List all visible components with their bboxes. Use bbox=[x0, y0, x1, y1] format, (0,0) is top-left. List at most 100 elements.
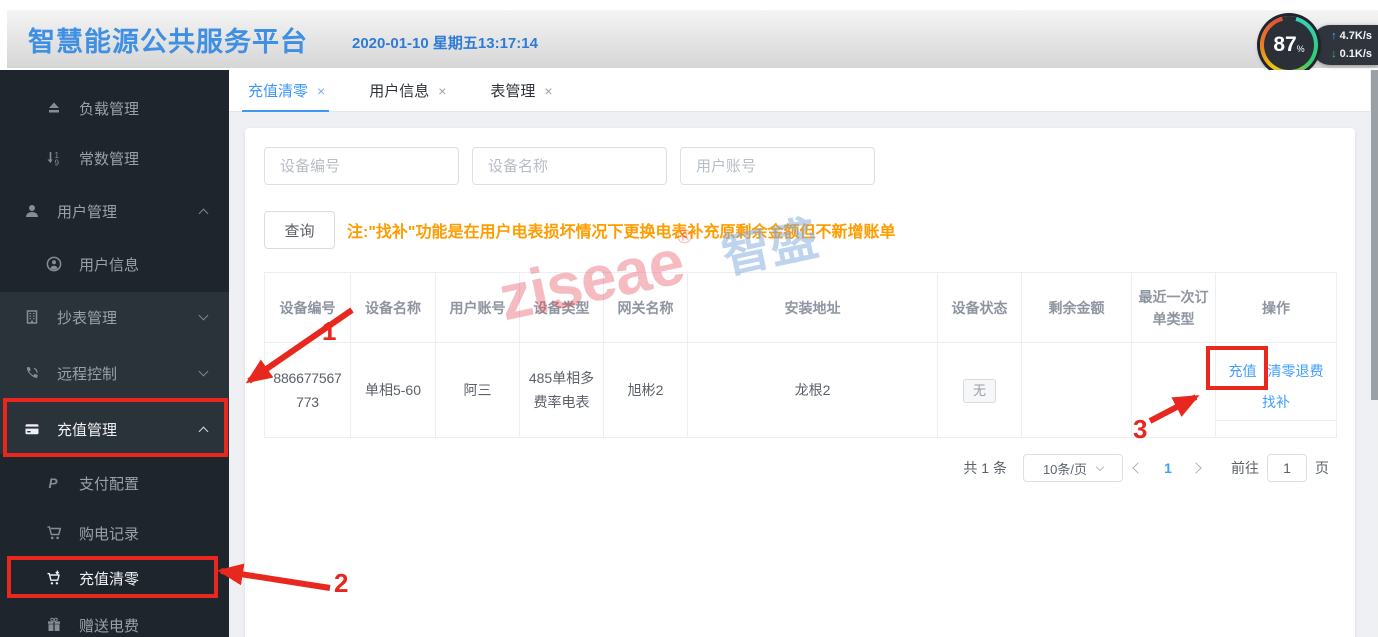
sidebar-item-label: 充值管理 bbox=[57, 419, 117, 440]
app-title: 智慧能源公共服务平台 bbox=[28, 20, 308, 59]
credit-card-icon bbox=[24, 421, 40, 437]
download-speed: ↓ 0.1K/s bbox=[1326, 47, 1372, 61]
table-row: 886677567773 单相5-60 阿三 485单相多费率电表 旭彬2 龙根… bbox=[265, 343, 1337, 438]
download-speed-value: 0.1K/s bbox=[1340, 47, 1372, 61]
current-page[interactable]: 1 bbox=[1155, 460, 1181, 476]
user-account-input[interactable] bbox=[680, 147, 875, 185]
chevron-down-icon bbox=[199, 367, 209, 377]
sidebar-item-gift-electricity[interactable]: 赠送电费 bbox=[0, 605, 229, 637]
query-button[interactable]: 查询 bbox=[264, 211, 335, 249]
clear-refund-link[interactable]: 清零退费 bbox=[1268, 359, 1324, 383]
sidebar-item-label: 支付配置 bbox=[79, 473, 139, 494]
col-balance: 剩余金额 bbox=[1022, 273, 1132, 343]
page-unit-label: 页 bbox=[1315, 458, 1329, 478]
content-area: 查询 注:"找补"功能是在用户电表损坏情况下更换电表补充原剩余金额但不新增账单 … bbox=[229, 112, 1370, 637]
gauge-percent-value: 87 bbox=[1273, 33, 1296, 57]
network-speed-pill: ↑ 4.7K/s ↓ 0.1K/s bbox=[1312, 25, 1378, 65]
header-panel: 智慧能源公共服务平台 2020-01-10 星期五13:17:14 bbox=[7, 10, 1378, 68]
sidebar-item-recharge-clear[interactable]: 充值清零 bbox=[0, 558, 229, 598]
svg-text:9: 9 bbox=[55, 159, 60, 167]
cell-gateway-name: 旭彬2 bbox=[604, 343, 688, 438]
chevron-left-icon bbox=[1132, 462, 1143, 473]
download-arrow-icon: ↓ bbox=[1331, 47, 1337, 61]
col-user-account: 用户账号 bbox=[436, 273, 520, 343]
sidebar-item-payment-config[interactable]: P 支付配置 bbox=[0, 463, 229, 503]
system-monitor-widget[interactable]: ↑ 4.7K/s ↓ 0.1K/s 87 % bbox=[1248, 8, 1378, 74]
eject-icon bbox=[46, 100, 62, 116]
upload-speed-value: 4.7K/s bbox=[1340, 29, 1372, 43]
filter-row bbox=[264, 147, 875, 185]
device-no-input[interactable] bbox=[264, 147, 459, 185]
cell-install-address: 龙根2 bbox=[688, 343, 938, 438]
prev-page-button[interactable] bbox=[1123, 454, 1151, 482]
tab-recharge-clear[interactable]: 充值清零 × bbox=[248, 70, 325, 112]
sidebar-item-label: 抄表管理 bbox=[57, 307, 117, 328]
col-gateway-name: 网关名称 bbox=[604, 273, 688, 343]
chevron-up-icon bbox=[199, 209, 209, 219]
close-icon[interactable]: × bbox=[438, 83, 446, 99]
sidebar-item-label: 负载管理 bbox=[79, 98, 139, 119]
make-up-link[interactable]: 找补 bbox=[1262, 394, 1290, 410]
cell-device-type: 485单相多费率电表 bbox=[520, 343, 604, 438]
content-card: 查询 注:"找补"功能是在用户电表损坏情况下更换电表补充原剩余金额但不新增账单 … bbox=[245, 128, 1355, 637]
sidebar-item-label: 用户管理 bbox=[57, 201, 117, 222]
tab-label: 用户信息 bbox=[369, 80, 429, 101]
device-table: 设备编号 设备名称 用户账号 设备类型 网关名称 安装地址 设备状态 剩余金额 … bbox=[264, 272, 1337, 438]
cell-actions: 充值 清零退费 找补 bbox=[1216, 343, 1337, 438]
device-name-input[interactable] bbox=[472, 147, 667, 185]
sidebar-item-label: 用户信息 bbox=[79, 254, 139, 275]
cart-icon bbox=[46, 525, 62, 541]
col-device-type: 设备类型 bbox=[520, 273, 604, 343]
cell-user-account: 阿三 bbox=[436, 343, 520, 438]
upload-arrow-icon: ↑ bbox=[1331, 29, 1337, 43]
sidebar-item-purchase-records[interactable]: 购电记录 bbox=[0, 513, 229, 553]
col-actions: 操作 bbox=[1216, 273, 1337, 343]
paypal-icon: P bbox=[46, 475, 62, 491]
sidebar-item-label: 常数管理 bbox=[79, 148, 139, 169]
cell-balance bbox=[1022, 343, 1132, 438]
user-circle-icon bbox=[46, 256, 62, 272]
goto-page-input[interactable] bbox=[1267, 454, 1307, 482]
sidebar-item-recharge-mgmt[interactable]: 充值管理 bbox=[0, 409, 229, 449]
col-last-order-type: 最近一次订单类型 bbox=[1132, 273, 1216, 343]
goto-label: 前往 bbox=[1231, 458, 1259, 478]
tab-meter-mgmt[interactable]: 表管理 × bbox=[490, 70, 552, 112]
chevron-down-icon bbox=[1096, 462, 1104, 470]
tab-bar: 充值清零 × 用户信息 × 表管理 × bbox=[229, 70, 1378, 112]
gift-icon bbox=[46, 617, 62, 633]
sort-numeric-icon: 19 bbox=[46, 150, 62, 166]
pagination: 共 1 条 10条/页 1 前往 页 bbox=[963, 454, 1329, 482]
sidebar-item-load-mgmt[interactable]: 负载管理 bbox=[0, 88, 229, 128]
sidebar-item-meter-mgmt[interactable]: 抄表管理 bbox=[0, 297, 229, 337]
recharge-link[interactable]: 充值 bbox=[1229, 359, 1257, 383]
cell-last-order-type bbox=[1132, 343, 1216, 438]
status-badge: 无 bbox=[963, 379, 996, 403]
page: 智慧能源公共服务平台 2020-01-10 星期五13:17:14 ↑ 4.7K… bbox=[0, 0, 1378, 637]
next-page-button[interactable] bbox=[1185, 454, 1213, 482]
page-scrollbar bbox=[1370, 70, 1378, 637]
cpu-gauge[interactable]: 87 % bbox=[1260, 16, 1318, 74]
sidebar-item-label: 充值清零 bbox=[79, 568, 139, 589]
page-size-value: 10条/页 bbox=[1043, 459, 1087, 478]
close-icon[interactable]: × bbox=[544, 83, 552, 99]
sidebar-item-constant-mgmt[interactable]: 19 常数管理 bbox=[0, 138, 229, 178]
svg-text:P: P bbox=[49, 476, 59, 491]
tab-user-info[interactable]: 用户信息 × bbox=[369, 70, 446, 112]
header: 智慧能源公共服务平台 2020-01-10 星期五13:17:14 ↑ 4.7K… bbox=[0, 0, 1378, 70]
table-header-row: 设备编号 设备名称 用户账号 设备类型 网关名称 安装地址 设备状态 剩余金额 … bbox=[265, 273, 1337, 343]
cell-device-name: 单相5-60 bbox=[351, 343, 436, 438]
sidebar-item-user-info[interactable]: 用户信息 bbox=[0, 244, 229, 284]
cart-arrow-down-icon bbox=[46, 570, 62, 586]
sidebar-item-remote-control[interactable]: 远程控制 bbox=[0, 353, 229, 393]
note-text: 注:"找补"功能是在用户电表损坏情况下更换电表补充原剩余金额但不新增账单 bbox=[347, 218, 896, 242]
chevron-up-icon bbox=[199, 427, 209, 437]
sidebar-item-label: 购电记录 bbox=[79, 523, 139, 544]
sidebar: 负载管理 19 常数管理 用户管理 用户信息 抄表管理 远程控制 充值管理 bbox=[0, 70, 229, 637]
scrollbar-thumb[interactable] bbox=[1371, 70, 1378, 400]
gauge-percent-symbol: % bbox=[1297, 44, 1305, 54]
col-device-name: 设备名称 bbox=[351, 273, 436, 343]
sidebar-item-user-mgmt[interactable]: 用户管理 bbox=[0, 191, 229, 231]
close-icon[interactable]: × bbox=[317, 83, 325, 99]
chevron-down-icon bbox=[199, 311, 209, 321]
page-size-select[interactable]: 10条/页 bbox=[1023, 454, 1123, 482]
